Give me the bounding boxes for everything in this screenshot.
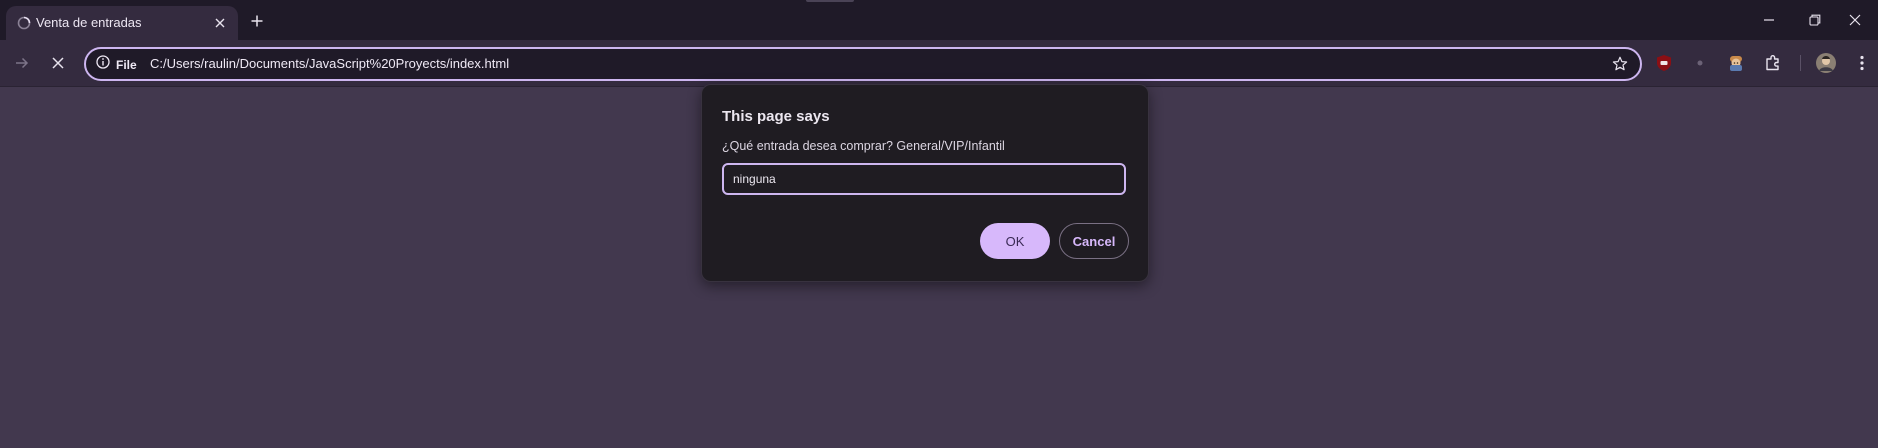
prompt-input[interactable]: [722, 163, 1126, 195]
tab-title: Venta de entradas: [36, 15, 142, 30]
menu-kebab-icon[interactable]: [1850, 51, 1874, 75]
minimize-icon[interactable]: [1746, 6, 1792, 34]
cancel-button[interactable]: Cancel: [1059, 223, 1129, 259]
ublock-icon[interactable]: [1652, 51, 1676, 75]
ok-button[interactable]: OK: [980, 223, 1050, 259]
dialog-title: This page says: [722, 108, 830, 125]
info-icon: [96, 55, 110, 74]
new-tab-icon[interactable]: [246, 10, 268, 32]
close-tab-icon[interactable]: [210, 13, 230, 33]
avatar[interactable]: [1814, 51, 1838, 75]
stop-loading-icon[interactable]: [44, 49, 72, 77]
forward-arrow-icon[interactable]: [8, 49, 36, 77]
site-label: File: [116, 57, 137, 72]
tab-strip: Venta de entradas: [0, 0, 1878, 40]
tab-search-handle: [806, 0, 854, 2]
tab-active[interactable]: Venta de entradas: [6, 6, 238, 40]
character-icon[interactable]: [1724, 51, 1748, 75]
dialog-message: ¿Qué entrada desea comprar? General/VIP/…: [722, 139, 1005, 153]
url-text[interactable]: C:/Users/raulin/Documents/JavaScript%20P…: [150, 56, 509, 71]
prompt-dialog: This page says ¿Qué entrada desea compra…: [701, 84, 1149, 282]
dot-icon[interactable]: [1688, 51, 1712, 75]
site-info-chip[interactable]: File: [96, 55, 137, 74]
bookmark-star-icon[interactable]: [1610, 54, 1630, 74]
close-window-icon[interactable]: [1832, 6, 1878, 34]
puzzle-icon[interactable]: [1761, 51, 1785, 75]
spinner-icon: [16, 15, 32, 31]
toolbar-divider: [1800, 55, 1801, 71]
toolbar: File C:/Users/raulin/Documents/JavaScrip…: [0, 40, 1878, 87]
address-bar[interactable]: File C:/Users/raulin/Documents/JavaScrip…: [84, 47, 1642, 81]
